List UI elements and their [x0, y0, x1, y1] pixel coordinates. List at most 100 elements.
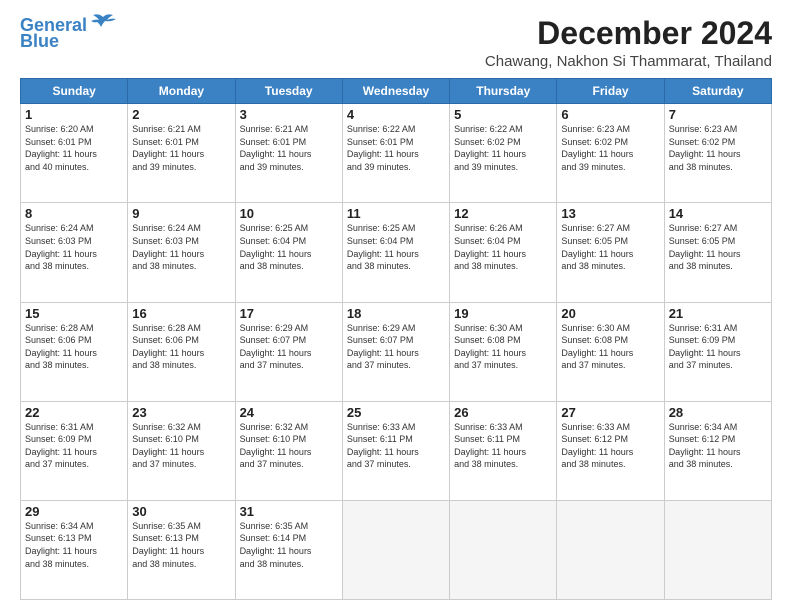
table-row: 23Sunrise: 6:32 AM Sunset: 6:10 PM Dayli…: [128, 401, 235, 500]
day-number: 7: [669, 107, 767, 122]
day-info: Sunrise: 6:24 AM Sunset: 6:03 PM Dayligh…: [132, 222, 230, 272]
month-title: December 2024: [485, 16, 772, 51]
table-row: 10Sunrise: 6:25 AM Sunset: 6:04 PM Dayli…: [235, 203, 342, 302]
calendar-week-row: 8Sunrise: 6:24 AM Sunset: 6:03 PM Daylig…: [21, 203, 772, 302]
logo: General Blue: [20, 16, 117, 52]
day-info: Sunrise: 6:23 AM Sunset: 6:02 PM Dayligh…: [669, 123, 767, 173]
day-info: Sunrise: 6:23 AM Sunset: 6:02 PM Dayligh…: [561, 123, 659, 173]
day-info: Sunrise: 6:29 AM Sunset: 6:07 PM Dayligh…: [347, 322, 445, 372]
day-number: 15: [25, 306, 123, 321]
day-info: Sunrise: 6:24 AM Sunset: 6:03 PM Dayligh…: [25, 222, 123, 272]
table-row: 3Sunrise: 6:21 AM Sunset: 6:01 PM Daylig…: [235, 104, 342, 203]
table-row: 29Sunrise: 6:34 AM Sunset: 6:13 PM Dayli…: [21, 500, 128, 599]
page: General Blue December 2024 Chawang, Nakh…: [0, 0, 792, 612]
table-row: 7Sunrise: 6:23 AM Sunset: 6:02 PM Daylig…: [664, 104, 771, 203]
table-row: 13Sunrise: 6:27 AM Sunset: 6:05 PM Dayli…: [557, 203, 664, 302]
day-number: 2: [132, 107, 230, 122]
calendar-week-row: 1Sunrise: 6:20 AM Sunset: 6:01 PM Daylig…: [21, 104, 772, 203]
table-row: 8Sunrise: 6:24 AM Sunset: 6:03 PM Daylig…: [21, 203, 128, 302]
table-row: 17Sunrise: 6:29 AM Sunset: 6:07 PM Dayli…: [235, 302, 342, 401]
day-info: Sunrise: 6:22 AM Sunset: 6:01 PM Dayligh…: [347, 123, 445, 173]
location-title: Chawang, Nakhon Si Thammarat, Thailand: [485, 53, 772, 70]
day-info: Sunrise: 6:26 AM Sunset: 6:04 PM Dayligh…: [454, 222, 552, 272]
table-row: 24Sunrise: 6:32 AM Sunset: 6:10 PM Dayli…: [235, 401, 342, 500]
table-row: 30Sunrise: 6:35 AM Sunset: 6:13 PM Dayli…: [128, 500, 235, 599]
day-info: Sunrise: 6:31 AM Sunset: 6:09 PM Dayligh…: [25, 421, 123, 471]
table-row: [557, 500, 664, 599]
calendar-table: Sunday Monday Tuesday Wednesday Thursday…: [20, 78, 772, 600]
day-info: Sunrise: 6:34 AM Sunset: 6:12 PM Dayligh…: [669, 421, 767, 471]
day-number: 18: [347, 306, 445, 321]
col-monday: Monday: [128, 79, 235, 104]
table-row: 9Sunrise: 6:24 AM Sunset: 6:03 PM Daylig…: [128, 203, 235, 302]
day-info: Sunrise: 6:22 AM Sunset: 6:02 PM Dayligh…: [454, 123, 552, 173]
col-sunday: Sunday: [21, 79, 128, 104]
calendar-header-row: Sunday Monday Tuesday Wednesday Thursday…: [21, 79, 772, 104]
day-number: 27: [561, 405, 659, 420]
calendar-week-row: 29Sunrise: 6:34 AM Sunset: 6:13 PM Dayli…: [21, 500, 772, 599]
day-number: 31: [240, 504, 338, 519]
title-block: December 2024 Chawang, Nakhon Si Thammar…: [485, 16, 772, 70]
day-info: Sunrise: 6:29 AM Sunset: 6:07 PM Dayligh…: [240, 322, 338, 372]
calendar-week-row: 15Sunrise: 6:28 AM Sunset: 6:06 PM Dayli…: [21, 302, 772, 401]
day-info: Sunrise: 6:28 AM Sunset: 6:06 PM Dayligh…: [25, 322, 123, 372]
table-row: 27Sunrise: 6:33 AM Sunset: 6:12 PM Dayli…: [557, 401, 664, 500]
day-number: 29: [25, 504, 123, 519]
day-info: Sunrise: 6:21 AM Sunset: 6:01 PM Dayligh…: [240, 123, 338, 173]
table-row: 6Sunrise: 6:23 AM Sunset: 6:02 PM Daylig…: [557, 104, 664, 203]
table-row: 1Sunrise: 6:20 AM Sunset: 6:01 PM Daylig…: [21, 104, 128, 203]
logo-blue: Blue: [20, 32, 59, 52]
day-info: Sunrise: 6:34 AM Sunset: 6:13 PM Dayligh…: [25, 520, 123, 570]
col-saturday: Saturday: [664, 79, 771, 104]
table-row: 25Sunrise: 6:33 AM Sunset: 6:11 PM Dayli…: [342, 401, 449, 500]
table-row: 2Sunrise: 6:21 AM Sunset: 6:01 PM Daylig…: [128, 104, 235, 203]
day-info: Sunrise: 6:28 AM Sunset: 6:06 PM Dayligh…: [132, 322, 230, 372]
day-number: 21: [669, 306, 767, 321]
col-thursday: Thursday: [450, 79, 557, 104]
col-wednesday: Wednesday: [342, 79, 449, 104]
day-number: 30: [132, 504, 230, 519]
day-number: 20: [561, 306, 659, 321]
day-number: 16: [132, 306, 230, 321]
table-row: 20Sunrise: 6:30 AM Sunset: 6:08 PM Dayli…: [557, 302, 664, 401]
day-info: Sunrise: 6:35 AM Sunset: 6:14 PM Dayligh…: [240, 520, 338, 570]
day-number: 4: [347, 107, 445, 122]
col-tuesday: Tuesday: [235, 79, 342, 104]
logo-bird-icon: [89, 13, 117, 31]
day-number: 1: [25, 107, 123, 122]
day-info: Sunrise: 6:25 AM Sunset: 6:04 PM Dayligh…: [347, 222, 445, 272]
day-info: Sunrise: 6:25 AM Sunset: 6:04 PM Dayligh…: [240, 222, 338, 272]
table-row: 31Sunrise: 6:35 AM Sunset: 6:14 PM Dayli…: [235, 500, 342, 599]
day-info: Sunrise: 6:32 AM Sunset: 6:10 PM Dayligh…: [132, 421, 230, 471]
day-number: 10: [240, 206, 338, 221]
table-row: 16Sunrise: 6:28 AM Sunset: 6:06 PM Dayli…: [128, 302, 235, 401]
day-info: Sunrise: 6:33 AM Sunset: 6:11 PM Dayligh…: [454, 421, 552, 471]
day-number: 14: [669, 206, 767, 221]
day-number: 9: [132, 206, 230, 221]
day-info: Sunrise: 6:20 AM Sunset: 6:01 PM Dayligh…: [25, 123, 123, 173]
day-number: 3: [240, 107, 338, 122]
table-row: 15Sunrise: 6:28 AM Sunset: 6:06 PM Dayli…: [21, 302, 128, 401]
day-info: Sunrise: 6:27 AM Sunset: 6:05 PM Dayligh…: [561, 222, 659, 272]
day-info: Sunrise: 6:33 AM Sunset: 6:11 PM Dayligh…: [347, 421, 445, 471]
day-number: 11: [347, 206, 445, 221]
day-number: 17: [240, 306, 338, 321]
day-number: 6: [561, 107, 659, 122]
table-row: 5Sunrise: 6:22 AM Sunset: 6:02 PM Daylig…: [450, 104, 557, 203]
day-info: Sunrise: 6:33 AM Sunset: 6:12 PM Dayligh…: [561, 421, 659, 471]
table-row: [342, 500, 449, 599]
table-row: 22Sunrise: 6:31 AM Sunset: 6:09 PM Dayli…: [21, 401, 128, 500]
calendar-week-row: 22Sunrise: 6:31 AM Sunset: 6:09 PM Dayli…: [21, 401, 772, 500]
day-info: Sunrise: 6:21 AM Sunset: 6:01 PM Dayligh…: [132, 123, 230, 173]
table-row: 26Sunrise: 6:33 AM Sunset: 6:11 PM Dayli…: [450, 401, 557, 500]
table-row: [664, 500, 771, 599]
day-info: Sunrise: 6:30 AM Sunset: 6:08 PM Dayligh…: [454, 322, 552, 372]
table-row: 12Sunrise: 6:26 AM Sunset: 6:04 PM Dayli…: [450, 203, 557, 302]
day-info: Sunrise: 6:35 AM Sunset: 6:13 PM Dayligh…: [132, 520, 230, 570]
day-info: Sunrise: 6:31 AM Sunset: 6:09 PM Dayligh…: [669, 322, 767, 372]
day-number: 19: [454, 306, 552, 321]
day-number: 23: [132, 405, 230, 420]
day-number: 13: [561, 206, 659, 221]
table-row: [450, 500, 557, 599]
col-friday: Friday: [557, 79, 664, 104]
